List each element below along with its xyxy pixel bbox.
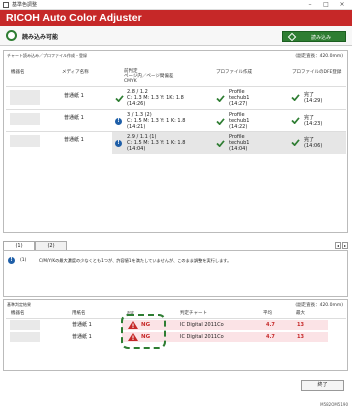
header-divider	[6, 318, 346, 319]
chart-panel: チャート読み込み／プロファイル作成・登録 (副走査長：420.0mm) 機器名 …	[3, 50, 348, 233]
col-media: メディア名称	[62, 70, 89, 75]
check-icon	[216, 118, 225, 125]
read-button[interactable]: 読み込み	[282, 31, 346, 42]
check-icon	[216, 140, 225, 147]
chart-panel-density: (副走査長：420.0mm)	[295, 54, 343, 59]
judge-row2-paper: 普通紙 1	[72, 334, 92, 340]
status-text: 読み込み可能	[22, 34, 59, 41]
info-icon: !	[8, 257, 15, 264]
machine-name-blurred	[10, 113, 40, 125]
col-max: 最大	[296, 311, 305, 316]
header-divider	[6, 86, 346, 87]
row1-profile-time: (14:27)	[229, 101, 248, 107]
col-register: プロファイルのDFE登録	[292, 70, 342, 75]
check-icon	[115, 95, 124, 102]
app-icon	[3, 2, 9, 8]
check-icon	[216, 95, 225, 102]
machine-name-blurred	[10, 320, 40, 330]
tab-scroll: ◂ ▸	[335, 242, 348, 249]
read-button-label: 読み込み	[311, 35, 332, 41]
footer-code: M582OM5190	[320, 402, 348, 407]
check-icon	[291, 139, 300, 146]
window-title: 基準色調整	[12, 2, 38, 8]
machine-name-blurred	[10, 90, 40, 105]
status-ready-icon	[6, 30, 17, 41]
judge-row1-chart: IC Digital 2011Co	[180, 322, 224, 328]
minimize-icon[interactable]: –	[302, 0, 318, 10]
message-panel: ! (1) C/M/Y/Kの最大濃度の少なくとも1つが、許容値1を満たしていませ…	[3, 250, 348, 297]
col-avg: 平均	[263, 311, 272, 316]
judge-panel-density: (副走査長：420.0mm)	[295, 303, 343, 308]
machine-name-blurred	[10, 135, 40, 147]
judge-row1-paper: 普通紙 1	[72, 322, 92, 328]
tab-2[interactable]: (2)	[35, 241, 67, 250]
brand-title: RICOH Auto Color Adjuster	[6, 12, 142, 24]
judge-row2-max: 13	[297, 334, 304, 340]
row3-profile-time: (14:04)	[229, 146, 248, 152]
row2-media: 普通紙 1	[64, 115, 84, 121]
message-text: C/M/Y/Kの最大濃度の少なくとも1つが、許容値1を満たしていませんが、このま…	[39, 258, 232, 263]
row3-time: (14:04)	[127, 146, 146, 152]
row2-time: (14:21)	[127, 124, 146, 130]
judge-panel-title: 基準判定結果	[7, 302, 31, 307]
row3-reg-time: (14:06)	[304, 143, 323, 149]
maximize-icon[interactable]: □	[318, 0, 334, 10]
col-machine: 機器名	[11, 311, 25, 316]
tab-scroll-right-icon[interactable]: ▸	[342, 242, 348, 249]
col-paper: 用紙名	[72, 311, 86, 316]
status-bar: 読み込み可能 読み込み	[0, 26, 352, 46]
row3-media: 普通紙 1	[64, 137, 84, 143]
tab-scroll-left-icon[interactable]: ◂	[335, 242, 341, 249]
check-icon	[291, 117, 300, 124]
col-prev: 前判定 ページ内／ページ間偏差 CMYK	[124, 69, 174, 84]
close-window-icon[interactable]: ×	[334, 0, 350, 10]
col-profile: プロファイル作成	[216, 70, 252, 75]
window-titlebar: 基準色調整 – □ ×	[0, 0, 352, 10]
close-button[interactable]: 終了	[301, 380, 344, 391]
judge-row2-chart: IC Digital 2011Co	[180, 334, 224, 340]
col-machine: 機器名	[11, 70, 25, 75]
row2-reg-time: (14:23)	[304, 121, 323, 127]
judge-row1-max: 13	[297, 322, 304, 328]
tab-1[interactable]: (1)	[3, 241, 35, 250]
row1-media: 普通紙 1	[64, 93, 84, 99]
app-header: RICOH Auto Color Adjuster	[0, 10, 352, 26]
judge-row1-avg: 4.7	[266, 322, 275, 328]
info-icon: !	[115, 140, 122, 147]
read-icon	[287, 32, 297, 42]
info-icon: !	[115, 118, 122, 125]
check-icon	[291, 94, 300, 101]
row1-time: (14:26)	[127, 101, 146, 107]
col-chart: 判定チャート	[180, 311, 207, 316]
judge-panel: 基準判定結果 (副走査長：420.0mm) 機器名 用紙名 判定 判定チャート …	[3, 299, 348, 371]
row-divider	[6, 109, 346, 110]
row2-profile-time: (14:22)	[229, 124, 248, 130]
machine-name-blurred	[10, 332, 40, 342]
chart-panel-title: チャート読み込み／プロファイル作成・登録	[7, 53, 87, 58]
highlight-callout	[121, 314, 166, 349]
judge-row2-avg: 4.7	[266, 334, 275, 340]
row1-reg-time: (14:29)	[304, 98, 323, 104]
message-num: (1)	[20, 258, 27, 263]
